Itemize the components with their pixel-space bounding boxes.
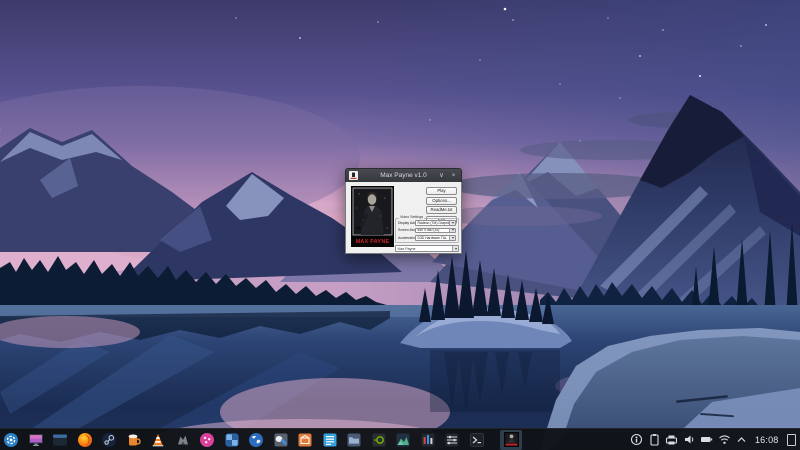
taskbar-launchers: [0, 429, 522, 450]
max-payne-task-icon: [503, 432, 519, 447]
steam-icon: [102, 432, 116, 447]
sliders-icon: [445, 433, 459, 446]
screen-mode-select[interactable]: 640 x 480 (32): [415, 227, 456, 234]
window-icon: [53, 434, 67, 445]
status-circle-tray[interactable]: [630, 433, 643, 446]
terminal-icon: [469, 432, 484, 447]
dropdown-arrow-icon[interactable]: [452, 246, 458, 251]
beer-mug-icon: [128, 434, 141, 445]
display-settings-launcher[interactable]: [28, 432, 44, 448]
max-payne-window-icon: [349, 171, 358, 180]
kubuntu-launcher[interactable]: [3, 432, 19, 448]
screen-mode-value: 640 x 480 (32): [417, 228, 440, 233]
nvidia-settings-launcher[interactable]: [371, 432, 387, 448]
wifi-tray[interactable]: [718, 433, 731, 446]
system-tray: 16:08: [630, 433, 800, 446]
battery-tray[interactable]: [700, 433, 713, 446]
dropdown-arrow-icon[interactable]: [449, 235, 455, 240]
taskbar: 16:08: [0, 428, 800, 450]
pink-circle-icon: [200, 432, 214, 447]
wolf-icon: [177, 435, 188, 444]
minimize-icon[interactable]: ∨: [436, 170, 447, 182]
display-icon: [28, 433, 43, 446]
beer-mug-app-launcher[interactable]: [126, 432, 142, 448]
readme-button[interactable]: ReadMe.txt: [426, 206, 457, 215]
acceleration-value: D3D Hardware T&L: [417, 235, 448, 240]
window-titlebar[interactable]: Max Payne v1.0 ∨ ×: [345, 168, 462, 182]
globe-icon: [249, 432, 263, 447]
blue-checkered-app-launcher[interactable]: [224, 432, 240, 448]
desktop: Max Payne v1.0 ∨ × MAX PAYNE Play Option…: [0, 0, 800, 450]
speaker-icon: [684, 435, 694, 444]
text-editor-launcher[interactable]: [322, 432, 338, 448]
max-payne-poster: MAX PAYNE: [351, 186, 394, 247]
kubuntu-icon: [4, 432, 18, 447]
paint-app-launcher[interactable]: [273, 432, 289, 448]
close-icon[interactable]: ×: [448, 170, 459, 182]
archive-box-app-launcher[interactable]: [297, 432, 313, 448]
file-manager-launcher[interactable]: [346, 432, 362, 448]
archive-box-icon: [298, 433, 312, 446]
mod-selector[interactable]: Max Payne: [395, 245, 459, 252]
mixer-bars-icon: [421, 433, 434, 446]
wifi-icon: [719, 435, 730, 444]
show-desktop-peek[interactable]: [787, 433, 796, 446]
dropdown-arrow-icon[interactable]: [449, 228, 455, 233]
vlc-launcher[interactable]: [150, 432, 166, 448]
dropdown-arrow-icon[interactable]: [449, 221, 455, 226]
clipboard-tray[interactable]: [648, 433, 661, 446]
globe-app-launcher[interactable]: [248, 432, 264, 448]
display-adapter-select[interactable]: Radeon (TM) Graphics: [415, 220, 456, 227]
dialog-body: MAX PAYNE Play Options... ReadMe.txt Exi…: [345, 182, 462, 254]
chevron-up-icon: [738, 437, 746, 442]
video-settings-group: Video Settings Display Adapter: Radeon (…: [395, 216, 459, 243]
checkered-icon: [225, 433, 238, 446]
dark-window-app-launcher[interactable]: [52, 432, 68, 448]
vlc-cone-icon: [152, 433, 164, 446]
terminal-launcher[interactable]: [469, 432, 485, 448]
poster-title-text: MAX PAYNE: [356, 239, 390, 245]
paint-icon: [274, 433, 287, 446]
acceleration-label: Acceleration:: [398, 235, 415, 240]
status-circle-icon: [631, 433, 643, 446]
mountains-icon: [396, 433, 410, 446]
photo-mountains-app-launcher[interactable]: [395, 432, 411, 448]
play-button[interactable]: Play: [426, 187, 457, 195]
volume-tray[interactable]: [683, 433, 696, 446]
printer-icon: [666, 435, 678, 445]
screen-mode-label: Screen Mode:: [398, 228, 415, 233]
clipboard-icon: [650, 434, 659, 446]
document-icon: [323, 433, 336, 446]
wolf-game-app-launcher[interactable]: [175, 432, 191, 448]
tray-expander[interactable]: [735, 433, 748, 446]
display-adapter-label: Display Adapter:: [398, 221, 415, 226]
clock[interactable]: 16:08: [753, 435, 781, 445]
printer-tray[interactable]: [665, 433, 678, 446]
mod-selector-value: Max Payne: [397, 246, 416, 251]
battery-icon: [701, 437, 713, 442]
settings-sliders-launcher[interactable]: [444, 432, 460, 448]
max-payne-task-button[interactable]: [500, 429, 522, 450]
firefox-launcher[interactable]: [77, 432, 93, 448]
pink-media-app-launcher[interactable]: [199, 432, 215, 448]
volume-mixer-launcher[interactable]: [420, 432, 436, 448]
nvidia-icon: [372, 433, 385, 446]
options-button[interactable]: Options...: [426, 196, 457, 205]
max-payne-launcher-window[interactable]: Max Payne v1.0 ∨ × MAX PAYNE Play Option…: [345, 168, 462, 254]
firefox-icon: [77, 432, 92, 447]
display-adapter-value: Radeon (TM) Graphics: [417, 221, 450, 226]
folder-icon: [347, 433, 361, 446]
steam-launcher[interactable]: [101, 432, 117, 448]
acceleration-select[interactable]: D3D Hardware T&L: [415, 234, 456, 241]
